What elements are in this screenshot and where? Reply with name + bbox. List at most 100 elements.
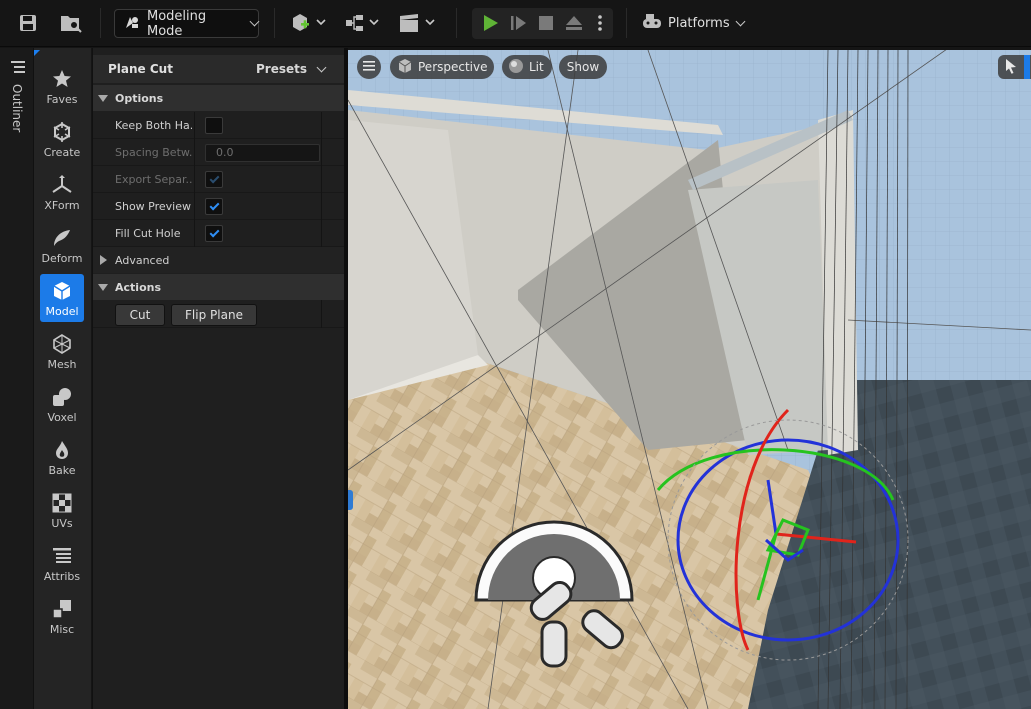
category-label: Faves [46,93,78,106]
platforms-icon [642,13,662,35]
cut-button[interactable]: Cut [115,304,165,326]
category-create[interactable]: Create [40,115,84,163]
show-preview-checkbox[interactable] [205,198,223,215]
viewport-options-button[interactable] [357,55,381,79]
toolbar-separator [626,8,627,38]
select-mode-button[interactable] [998,55,1031,79]
category-label: Model [45,305,79,318]
property-label: Export Separ... [115,173,192,186]
outliner-tab[interactable]: Outliner [10,84,24,132]
modeling-mode-icon [123,14,141,34]
toolbar-separator [456,8,457,38]
flip-plane-button[interactable]: Flip Plane [171,304,257,326]
category-label: Bake [48,464,76,477]
category-bake[interactable]: Bake [40,433,84,481]
column-divider [321,112,322,139]
category-label: Attribs [43,570,81,583]
active-indicator [1024,55,1030,79]
category-label: Deform [41,252,83,265]
category-attribs[interactable]: Attribs [40,539,84,587]
category-label: UVs [51,517,73,530]
lit-label: Lit [529,60,544,74]
spacing-between-input[interactable]: 0.0 [205,144,320,162]
tool-category-strip: Faves Create XForm Deform Model Mesh Vox… [33,48,91,709]
category-uvs[interactable]: UVs [40,486,84,534]
level-viewport[interactable]: Perspective Lit Show [348,50,1031,709]
cinematics-icon[interactable] [398,10,438,36]
chevron-down-icon [735,16,746,27]
strip-accent [34,50,40,56]
mesh-icon [50,333,74,355]
chevron-down-icon [249,16,260,27]
show-label: Show [566,60,600,74]
column-divider [194,112,195,139]
check-icon [209,173,219,183]
presets-dropdown[interactable]: Presets [256,62,327,76]
hamburger-icon [363,60,375,74]
lit-button[interactable]: Lit [502,55,552,79]
column-divider [194,193,195,220]
model-icon [50,280,74,302]
category-voxel[interactable]: Voxel [40,380,84,428]
outliner-icon[interactable] [11,59,25,78]
cube-icon [397,58,413,77]
collapse-arrow-icon [98,283,108,291]
tool-title: Plane Cut [108,62,173,76]
browse-icon[interactable] [58,10,84,36]
category-misc[interactable]: Misc [40,592,84,640]
show-button[interactable]: Show [559,55,607,79]
mode-label: Modeling Mode [147,8,207,39]
property-label: Keep Both Ha... [115,119,192,132]
expand-arrow-icon [100,255,107,265]
category-label: XForm [44,199,80,212]
chevron-down-icon [316,62,327,72]
check-icon [209,200,219,210]
play-icon[interactable] [477,10,503,36]
viewport-scene [348,50,1031,709]
save-icon[interactable] [15,10,41,36]
category-mesh[interactable]: Mesh [40,327,84,375]
keep-both-halves-checkbox[interactable] [205,117,223,134]
perspective-button[interactable]: Perspective [390,55,494,79]
column-divider [194,220,195,247]
property-label: Show Preview [115,200,191,213]
platforms-dropdown[interactable]: Platforms [642,9,746,38]
category-deform[interactable]: Deform [40,221,84,269]
voxel-icon [50,386,74,408]
create-icon [50,121,74,143]
check-icon [209,227,219,237]
advanced-section-header[interactable]: Advanced [93,247,345,273]
editor-window: Modeling Mode Platforms Outliner Faves C… [0,0,1031,709]
column-divider [194,166,195,193]
eject-icon[interactable] [561,10,587,36]
actions-section-header[interactable]: Actions [93,274,345,300]
category-label: Mesh [47,358,77,371]
category-faves[interactable]: Faves [40,62,84,110]
category-label: Voxel [47,411,77,424]
bake-icon [50,439,74,461]
presets-label: Presets [256,62,308,76]
column-divider [321,300,322,328]
tool-details-panel: Plane Cut Presets Options Keep Both Ha..… [92,48,345,709]
category-model[interactable]: Model [40,274,84,322]
blueprint-icon[interactable] [344,10,382,36]
column-divider [321,220,322,247]
export-separate-checkbox[interactable] [205,171,223,188]
toolbar-separator [274,8,275,38]
mode-dropdown[interactable]: Modeling Mode [114,8,260,39]
outliner-tab-strip: Outliner [0,48,33,709]
options-section-header[interactable]: Options [93,85,345,111]
add-actor-icon[interactable] [288,10,328,36]
stop-icon[interactable] [533,10,559,36]
fill-cut-hole-checkbox[interactable] [205,225,223,242]
cursor-icon [1004,58,1018,77]
main-toolbar: Modeling Mode Platforms [0,0,1031,47]
viewport-edge-handle[interactable] [348,490,353,510]
more-icon[interactable] [589,10,611,36]
export-separate-row: Export Separ... [93,166,345,193]
category-xform[interactable]: XForm [40,168,84,216]
property-label: Fill Cut Hole [115,227,181,240]
toolbar-separator [100,8,101,38]
step-icon[interactable] [505,10,531,36]
collapse-arrow-icon [98,94,108,102]
